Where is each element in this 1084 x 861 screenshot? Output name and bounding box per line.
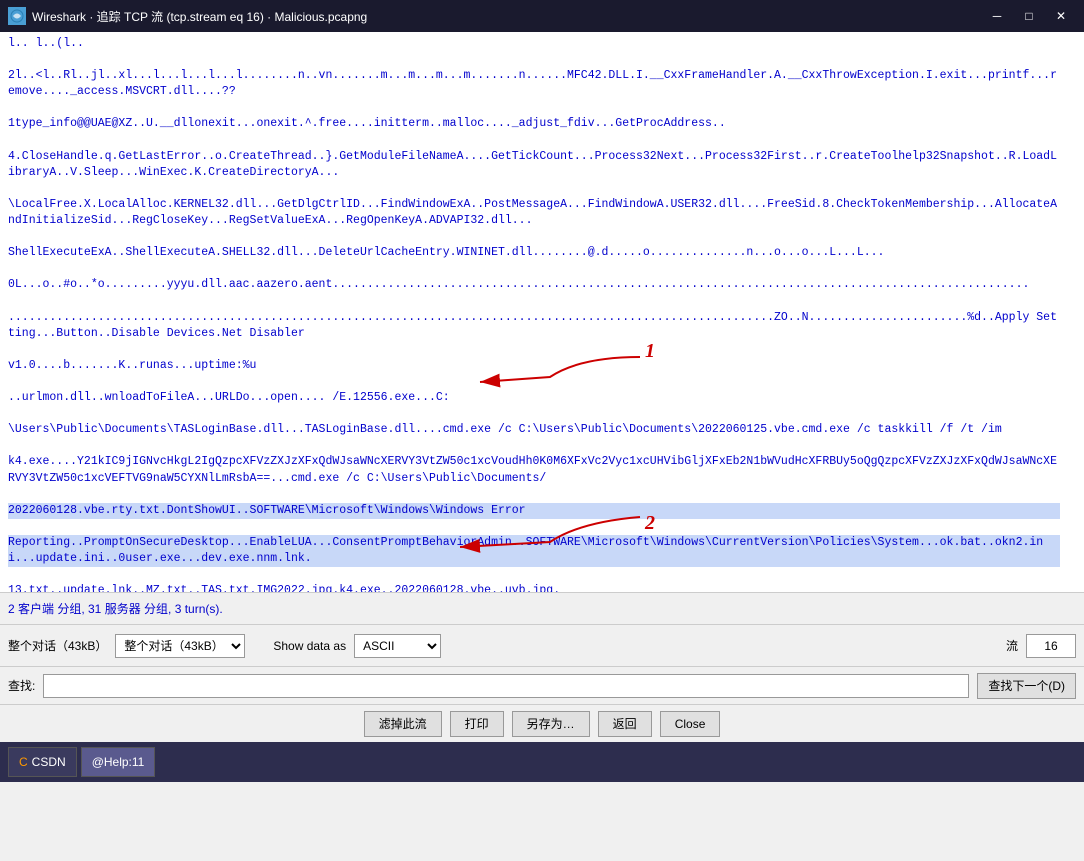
search-input[interactable]: [43, 674, 969, 698]
search-bar: 查找: 查找下一个(D): [0, 666, 1084, 704]
show-data-dropdown[interactable]: ASCII C Arrays EBCDIC Hex Dump Raw UTF-8…: [354, 634, 441, 658]
titlebar: Wireshark · 追踪 TCP 流 (tcp.stream eq 16) …: [0, 0, 1084, 32]
find-next-button[interactable]: 查找下一个(D): [977, 673, 1076, 699]
tcp-stream-text[interactable]: l.. l..(l.. 2l..<l..Rl..jl..xl...l...l..…: [0, 32, 1068, 592]
save-as-button[interactable]: 另存为…: [512, 711, 590, 737]
stream-line: \Users\Public\Documents\TASLoginBase.dll…: [8, 422, 1060, 438]
stream-line: v1.0....b.......K..runas...uptime:%u: [8, 358, 1060, 374]
taskbar: C CSDN @Help:11: [0, 742, 1084, 782]
taskbar-item-csdn[interactable]: C CSDN: [8, 747, 77, 777]
stream-content-area: l.. l..(l.. 2l..<l..Rl..jl..xl...l...l..…: [0, 32, 1084, 592]
stream-line: k4.exe....Y21kIC9jIGNvcHkgL2IgQzpcXFVzZX…: [8, 454, 1060, 486]
stream-line: l.. l..(l..: [8, 36, 1060, 52]
stream-input[interactable]: [1026, 634, 1076, 658]
window-controls: ─ □ ✕: [982, 5, 1076, 27]
minimize-button[interactable]: ─: [982, 5, 1012, 27]
filter-button[interactable]: 滤掉此流: [364, 711, 442, 737]
stream-line: 2l..<l..Rl..jl..xl...l...l...l...l......…: [8, 68, 1060, 100]
print-button[interactable]: 打印: [450, 711, 504, 737]
controls-bar: 整个对话（43kB） 整个对话（43kB） Show data as ASCII…: [0, 624, 1084, 666]
window-title: Wireshark · 追踪 TCP 流 (tcp.stream eq 16) …: [32, 8, 982, 25]
back-button[interactable]: 返回: [598, 711, 652, 737]
stream-label: 流: [1006, 637, 1018, 654]
stream-line: ShellExecuteExA..ShellExecuteA.SHELL32.d…: [8, 245, 1060, 261]
button-bar: 滤掉此流 打印 另存为… 返回 Close: [0, 704, 1084, 742]
stream-line: 1type_info@@UAE@XZ..U.__dllonexit...onex…: [8, 116, 1060, 132]
stream-line: 13.txt..update.lnk..MZ.txt..TAS.txt.IMG2…: [8, 583, 1060, 592]
conversation-label: 整个对话（43kB）: [8, 637, 107, 654]
show-data-label: Show data as: [273, 639, 346, 653]
stream-line: 0L...o..#o..*o.........yyyu.dll.aac.aaze…: [8, 277, 1060, 293]
stream-line: Reporting..PromptOnSecureDesktop...Enabl…: [8, 535, 1060, 567]
status-bar: 2 客户端 分组, 31 服务器 分组, 3 turn(s).: [0, 592, 1084, 624]
stream-line: ........................................…: [8, 310, 1060, 342]
close-button[interactable]: ✕: [1046, 5, 1076, 27]
stream-line: \LocalFree.X.LocalAlloc.KERNEL32.dll...G…: [8, 197, 1060, 229]
status-text: 2 客户端 分组, 31 服务器 分组, 3 turn(s).: [8, 600, 223, 617]
stream-line: ..urlmon.dll..wnloadToFileA...URLDo...op…: [8, 390, 1060, 406]
stream-line: 2022060128.vbe.rty.txt.DontShowUI..SOFTW…: [8, 503, 1060, 519]
close-dialog-button[interactable]: Close: [660, 711, 721, 737]
stream-line: 4.CloseHandle.q.GetLastError..o.CreateTh…: [8, 149, 1060, 181]
search-label: 查找:: [8, 677, 35, 694]
taskbar-item-help[interactable]: @Help:11: [81, 747, 156, 777]
conversation-dropdown[interactable]: 整个对话（43kB）: [115, 634, 245, 658]
app-icon: [8, 7, 26, 25]
maximize-button[interactable]: □: [1014, 5, 1044, 27]
